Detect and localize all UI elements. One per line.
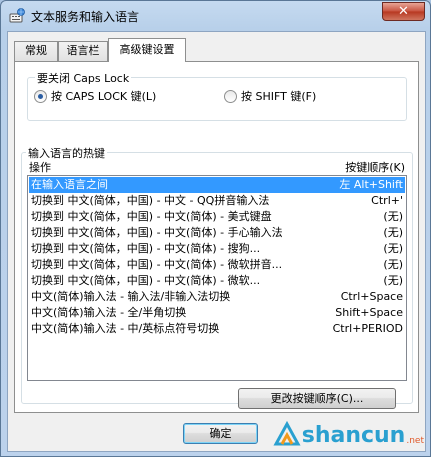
watermark-text: shancun bbox=[301, 423, 406, 448]
hotkey-action: 中文(简体)输入法 - 中/英标点符号切换 bbox=[31, 322, 220, 335]
hotkey-action: 中文(简体)输入法 - 全/半角切换 bbox=[31, 306, 187, 319]
radio-shift-label: 按 SHIFT 键(F) bbox=[241, 90, 317, 103]
hotkey-key-sequence: Ctrl+' bbox=[371, 194, 403, 207]
hotkey-action: 切换到 中文(简体，中国) - 中文 - QQ拼音输入法 bbox=[31, 194, 270, 207]
advanced-key-settings-panel: 要关闭 Caps Lock 按 CAPS LOCK 键(L) 按 SHIFT 键… bbox=[14, 61, 419, 413]
site-watermark: shancun .net bbox=[272, 414, 424, 448]
hotkey-action: 中文(简体)输入法 - 输入法/非输入法切换 bbox=[31, 290, 231, 303]
hotkey-row[interactable]: 切换到 中文(简体，中国) - 中文(简体) - 微软... (无) bbox=[29, 273, 405, 289]
change-key-sequence-button[interactable]: 更改按键顺序(C)... bbox=[238, 388, 396, 409]
caps-lock-group: 要关闭 Caps Lock 按 CAPS LOCK 键(L) 按 SHIFT 键… bbox=[27, 70, 407, 121]
hotkey-action: 切换到 中文(简体，中国) - 中文(简体) - 微软... bbox=[31, 274, 261, 287]
watermark-logo-icon bbox=[273, 420, 301, 446]
hotkey-row[interactable]: 中文(简体)输入法 - 输入法/非输入法切换 Ctrl+Space bbox=[29, 289, 405, 305]
tab-general[interactable]: 常规 bbox=[14, 41, 58, 61]
column-header-action: 操作 bbox=[29, 161, 51, 174]
title-bar[interactable]: 文本服务和输入语言 ✕ bbox=[1, 1, 430, 31]
hotkey-key-sequence: (无) bbox=[383, 274, 403, 287]
hotkey-key-sequence: (无) bbox=[383, 258, 403, 271]
dialog-window: 文本服务和输入语言 ✕ 常规 语言栏 高级键设置 要关闭 Caps Lock 按… bbox=[0, 0, 431, 457]
hotkey-key-sequence: (无) bbox=[383, 242, 403, 255]
hotkey-action: 在输入语言之间 bbox=[31, 178, 108, 191]
hotkey-row[interactable]: 在输入语言之间 左 Alt+Shift bbox=[29, 177, 405, 193]
radio-caps-lock-key[interactable]: 按 CAPS LOCK 键(L) bbox=[34, 88, 156, 104]
ok-button[interactable]: 确定 bbox=[183, 423, 258, 444]
hotkey-row[interactable]: 切换到 中文(简体，中国) - 中文(简体) - 微软拼音... (无) bbox=[29, 257, 405, 273]
hotkey-key-sequence: (无) bbox=[383, 210, 403, 223]
hotkey-row[interactable]: 切换到 中文(简体，中国) - 中文(简体) - 搜狗... (无) bbox=[29, 241, 405, 257]
hotkey-key-sequence: 左 Alt+Shift bbox=[339, 177, 403, 193]
window-title: 文本服务和输入语言 bbox=[31, 10, 140, 24]
radio-shift-key[interactable]: 按 SHIFT 键(F) bbox=[224, 88, 316, 104]
close-button[interactable]: ✕ bbox=[382, 2, 425, 21]
hotkey-key-sequence: (无) bbox=[383, 226, 403, 239]
hotkey-row[interactable]: 切换到 中文(简体，中国) - 中文 - QQ拼音输入法 Ctrl+' bbox=[29, 193, 405, 209]
hotkey-row[interactable]: 中文(简体)输入法 - 全/半角切换 Shift+Space bbox=[29, 305, 405, 321]
hotkeys-list[interactable]: 在输入语言之间 左 Alt+Shift 切换到 中文(简体，中国) - 中文 -… bbox=[27, 175, 407, 381]
hotkey-row[interactable]: 切换到 中文(简体，中国) - 中文(简体) - 手心输入法 (无) bbox=[29, 225, 405, 241]
caps-lock-group-title: 要关闭 Caps Lock bbox=[35, 70, 132, 86]
tab-language-bar[interactable]: 语言栏 bbox=[58, 41, 108, 61]
radio-caps-lock-label: 按 CAPS LOCK 键(L) bbox=[51, 90, 157, 103]
watermark-suffix: .net bbox=[406, 436, 424, 446]
hotkey-action: 切换到 中文(简体，中国) - 中文(简体) - 微软拼音... bbox=[31, 258, 283, 271]
hotkey-key-sequence: Ctrl+PERIOD bbox=[332, 322, 403, 335]
hotkey-key-sequence: Ctrl+Space bbox=[340, 290, 403, 303]
hotkey-row[interactable]: 切换到 中文(简体，中国) - 中文(简体) - 美式键盘 (无) bbox=[29, 209, 405, 225]
tab-advanced-key-settings[interactable]: 高级键设置 bbox=[108, 38, 186, 62]
radio-unchecked-indicator[interactable] bbox=[224, 89, 237, 103]
radio-checked-indicator[interactable] bbox=[34, 89, 47, 103]
hotkey-action: 切换到 中文(简体，中国) - 中文(简体) - 美式键盘 bbox=[31, 210, 272, 223]
hotkey-action: 切换到 中文(简体，中国) - 中文(简体) - 搜狗... bbox=[31, 242, 261, 255]
hotkeys-list-header: 操作 按键顺序(K) bbox=[27, 159, 405, 175]
column-header-key-sequence: 按键顺序(K) bbox=[345, 161, 405, 174]
keyboard-globe-icon bbox=[9, 8, 25, 23]
hotkey-row[interactable]: 中文(简体)输入法 - 中/英标点符号切换 Ctrl+PERIOD bbox=[29, 321, 405, 337]
dialog-client-area: 常规 语言栏 高级键设置 要关闭 Caps Lock 按 CAPS LOCK 键… bbox=[7, 31, 426, 452]
hotkey-action: 切换到 中文(简体，中国) - 中文(简体) - 手心输入法 bbox=[31, 226, 283, 239]
hotkey-key-sequence: Shift+Space bbox=[335, 306, 403, 319]
